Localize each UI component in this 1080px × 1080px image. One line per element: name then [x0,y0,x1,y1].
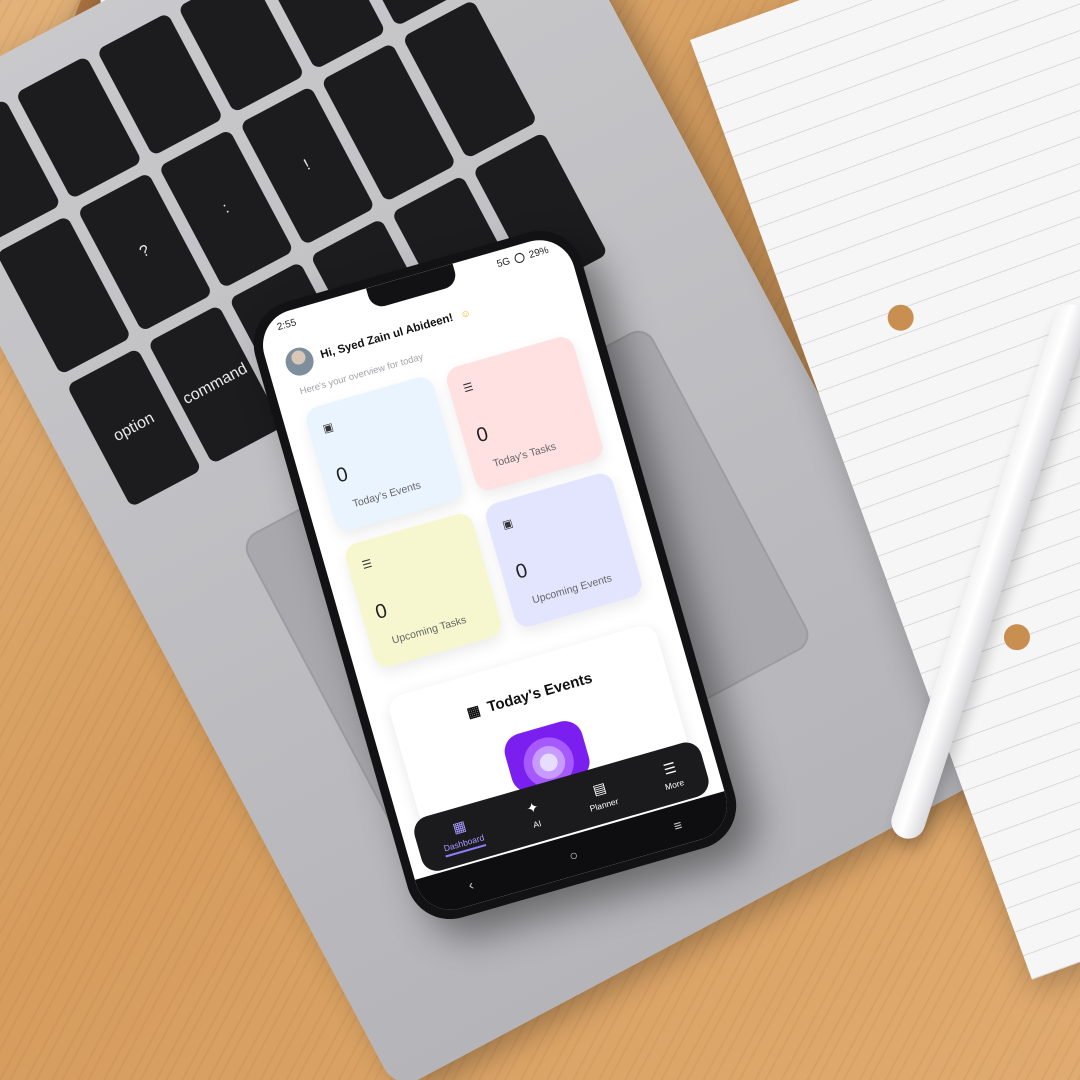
card-upcoming-events[interactable]: ▣ 0 Upcoming Events [482,470,645,630]
card-label: Upcoming Tasks [390,613,468,647]
nav-label: Planner [588,796,620,814]
menu-icon: ☰ [661,758,679,778]
task-list-icon: ☰ [461,380,475,396]
battery-icon [513,251,526,265]
task-list-icon: ☰ [360,557,374,572]
calendar-icon: ▣ [501,517,515,532]
card-label: Today's Tasks [491,440,558,470]
recent-apps-icon[interactable]: ≡ [672,816,684,834]
smile-emoji-icon: ☺ [459,307,473,321]
nav-more[interactable]: ☰ More [658,758,686,793]
stats-grid: ▣ 0 Today's Events ☰ 0 Today's Tasks ☰ 0… [303,333,645,671]
sparkle-icon: ✦ [524,798,541,817]
nav-planner[interactable]: ▤ Planner [583,777,620,814]
grid-icon: ▦ [450,817,468,837]
status-time: 2:55 [275,316,298,333]
card-value: 0 [372,599,390,624]
card-label: Today's Events [351,479,423,511]
nav-ai[interactable]: ✦ AI [525,798,545,830]
card-value: 0 [333,463,351,488]
book-icon: ▤ [590,779,608,799]
nav-label: AI [531,818,543,830]
section-title: ▦ Today's Events [394,649,666,742]
binder-hole [884,301,918,335]
nav-label: Dashboard [442,832,486,854]
section-title-text: Today's Events [485,669,595,716]
card-label: Upcoming Events [530,572,614,607]
back-icon[interactable]: ‹ [466,876,475,893]
card-upcoming-tasks[interactable]: ☰ 0 Upcoming Tasks [342,510,505,671]
binder-hole [1000,620,1034,654]
avatar[interactable] [282,344,317,379]
card-value: 0 [513,559,531,584]
status-indicators: 5G 29% [496,244,550,269]
card-todays-tasks[interactable]: ☰ 0 Today's Tasks [443,333,606,494]
card-todays-events[interactable]: ▣ 0 Today's Events [303,374,466,534]
home-icon[interactable]: ○ [567,846,580,864]
network-indicator: 5G [495,255,512,270]
calendar-icon: ▦ [464,701,483,721]
nav-label: More [663,777,686,793]
card-value: 0 [474,422,491,448]
battery-level: 29% [527,244,550,261]
calendar-icon: ▣ [321,421,335,436]
nav-dashboard[interactable]: ▦ Dashboard [437,813,487,858]
